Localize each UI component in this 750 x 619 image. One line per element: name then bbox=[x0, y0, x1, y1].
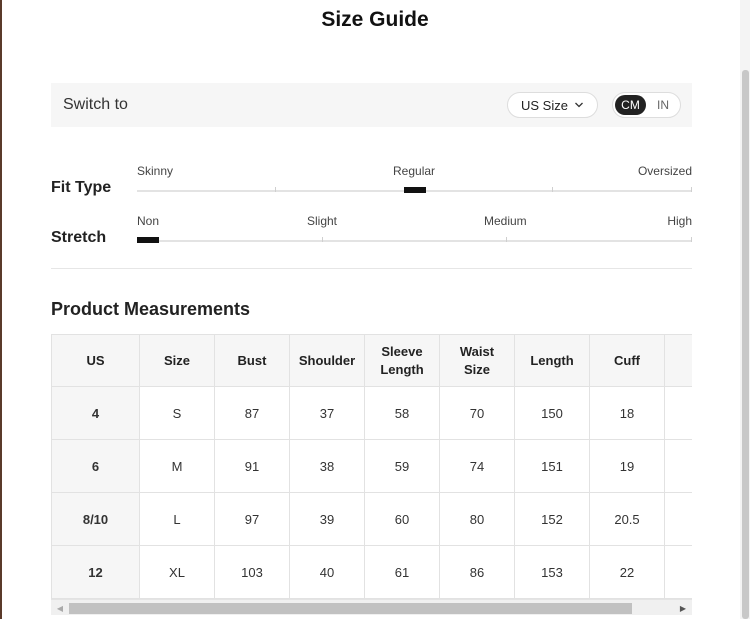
table-cell: 20.5 bbox=[589, 492, 665, 546]
fit-tick bbox=[691, 187, 692, 192]
table-cell: 18 bbox=[589, 386, 665, 440]
table-cell: : bbox=[664, 492, 692, 546]
fit-option-oversized: Oversized bbox=[637, 164, 692, 178]
page-vertical-scrollbar[interactable] bbox=[740, 0, 750, 619]
measurements-title: Product Measurements bbox=[51, 299, 251, 319]
fit-tick bbox=[552, 187, 553, 192]
col-header-cuff: Cuff bbox=[589, 334, 665, 387]
stretch-track bbox=[137, 237, 692, 243]
table-row: 12 XL 103 40 61 86 153 22 : bbox=[51, 545, 692, 599]
stretch-label: Stretch bbox=[51, 229, 107, 246]
table-row: 4 S 87 37 58 70 150 18 bbox=[51, 386, 692, 440]
table-cell: 38 bbox=[289, 439, 365, 493]
table-cell: 70 bbox=[439, 386, 515, 440]
stretch-option-slight: Slight bbox=[307, 214, 338, 228]
stretch-option-medium: Medium bbox=[484, 214, 527, 228]
col-header-clipped: BLe bbox=[664, 334, 692, 387]
fit-type-marker bbox=[404, 187, 426, 193]
stretch-option-non: Non bbox=[137, 214, 160, 228]
table-cell: 61 bbox=[364, 545, 440, 599]
table-scrollbar-thumb[interactable] bbox=[69, 603, 632, 614]
fit-type-scale: Fit Type Skinny Regular Oversized bbox=[51, 160, 692, 210]
chevron-down-icon bbox=[575, 102, 583, 108]
table-cell: 86 bbox=[439, 545, 515, 599]
col-header-sleeve-length: Sleeve Length bbox=[364, 334, 440, 387]
page-scrollbar-thumb[interactable] bbox=[742, 70, 749, 619]
scroll-right-arrow-icon[interactable]: ▶ bbox=[677, 602, 689, 614]
table-cell: 103 bbox=[214, 545, 290, 599]
col-header-shoulder: Shoulder bbox=[289, 334, 365, 387]
stretch-option-high: High bbox=[667, 214, 692, 228]
size-system-value: US Size bbox=[521, 97, 568, 113]
col-header-us: US bbox=[51, 334, 140, 387]
table-cell: 58 bbox=[364, 386, 440, 440]
unit-cm-option[interactable]: CM bbox=[615, 95, 646, 115]
stretch-marker bbox=[137, 237, 159, 243]
table-cell-us: 4 bbox=[51, 386, 140, 440]
table-cell: 80 bbox=[439, 492, 515, 546]
fit-tick bbox=[275, 187, 276, 192]
unit-in-option[interactable]: IN bbox=[649, 95, 677, 115]
table-row: 6 M 91 38 59 74 151 19 : bbox=[51, 439, 692, 493]
table-horizontal-scrollbar[interactable]: ◀ ▶ bbox=[51, 599, 692, 615]
unit-toggle: CM IN bbox=[612, 92, 681, 118]
table-cell: 150 bbox=[514, 386, 590, 440]
table-cell bbox=[664, 386, 692, 440]
page-title: Size Guide bbox=[321, 8, 429, 31]
table-cell: 153 bbox=[514, 545, 590, 599]
stretch-scale: Stretch Non Slight Medium High bbox=[51, 210, 692, 260]
table-cell: M bbox=[139, 439, 215, 493]
table-cell: 39 bbox=[289, 492, 365, 546]
table-cell: 37 bbox=[289, 386, 365, 440]
stretch-tick bbox=[691, 237, 692, 242]
table-row: 8/10 L 97 39 60 80 152 20.5 : bbox=[51, 492, 692, 546]
table-cell-us: 6 bbox=[51, 439, 140, 493]
table-cell: : bbox=[664, 545, 692, 599]
fit-option-skinny: Skinny bbox=[137, 164, 174, 178]
table-cell: XL bbox=[139, 545, 215, 599]
window-left-edge bbox=[0, 0, 2, 619]
size-system-select[interactable]: US Size bbox=[507, 92, 598, 118]
measurements-table-container[interactable]: US Size Bust Shoulder Sleeve Length Waist… bbox=[51, 334, 692, 599]
table-cell: 91 bbox=[214, 439, 290, 493]
scroll-left-arrow-icon[interactable]: ◀ bbox=[54, 602, 66, 614]
col-header-bust: Bust bbox=[214, 334, 290, 387]
col-header-size: Size bbox=[139, 334, 215, 387]
stretch-tick bbox=[506, 237, 507, 242]
table-cell: 87 bbox=[214, 386, 290, 440]
col-header-waist-size: Waist Size bbox=[439, 334, 515, 387]
col-header-length: Length bbox=[514, 334, 590, 387]
table-cell: 22 bbox=[589, 545, 665, 599]
table-cell: 60 bbox=[364, 492, 440, 546]
stretch-tick bbox=[322, 237, 323, 242]
measurements-table: US Size Bust Shoulder Sleeve Length Waist… bbox=[51, 334, 692, 599]
table-cell-us: 8/10 bbox=[51, 492, 140, 546]
section-divider bbox=[51, 268, 692, 269]
table-cell: L bbox=[139, 492, 215, 546]
fit-type-label: Fit Type bbox=[51, 179, 112, 196]
unit-switch-bar: Switch to US Size CM IN bbox=[51, 83, 692, 127]
table-header-row: US Size Bust Shoulder Sleeve Length Waist… bbox=[51, 334, 692, 387]
switch-to-label: Switch to bbox=[63, 96, 128, 113]
table-cell: S bbox=[139, 386, 215, 440]
table-cell: 59 bbox=[364, 439, 440, 493]
table-cell: : bbox=[664, 439, 692, 493]
table-cell: 152 bbox=[514, 492, 590, 546]
fit-option-regular: Regular bbox=[393, 164, 436, 178]
table-cell: 19 bbox=[589, 439, 665, 493]
table-cell: 74 bbox=[439, 439, 515, 493]
table-cell: 97 bbox=[214, 492, 290, 546]
table-cell: 40 bbox=[289, 545, 365, 599]
table-cell: 151 bbox=[514, 439, 590, 493]
fit-type-track bbox=[137, 187, 692, 193]
table-cell-us: 12 bbox=[51, 545, 140, 599]
